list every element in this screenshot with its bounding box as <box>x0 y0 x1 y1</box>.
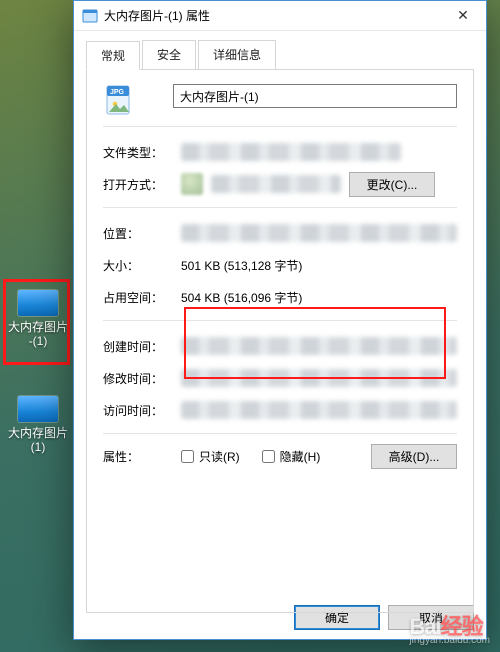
change-opens-with-button[interactable]: 更改(C)... <box>349 172 435 197</box>
titlebar[interactable]: 大内存图片-(1) 属性 ✕ <box>74 1 486 31</box>
value-size-on-disk: 504 KB (516,096 字节) <box>181 289 302 306</box>
file-thumbnail-icon <box>18 396 58 422</box>
file-thumbnail-icon <box>18 290 58 316</box>
label-size-on-disk: 占用空间： <box>103 289 181 306</box>
label-accessed: 访问时间： <box>103 402 181 419</box>
readonly-checkbox[interactable]: 只读(R) <box>181 448 240 465</box>
value-file-type <box>181 143 401 161</box>
tab-panel-general: JPG 文件类型： 打开方式： 更改(C)... <box>86 69 474 613</box>
hidden-checkbox-label: 隐藏(H) <box>280 448 321 465</box>
properties-window: 大内存图片-(1) 属性 ✕ 常规 安全 详细信息 JPG <box>73 0 487 640</box>
label-modified: 修改时间： <box>103 370 181 387</box>
watermark-sub: jingyan.baidu.com <box>409 636 490 646</box>
svg-text:JPG: JPG <box>110 89 125 96</box>
tab-security[interactable]: 安全 <box>142 40 196 69</box>
value-location <box>181 224 457 242</box>
window-title: 大内存图片-(1) 属性 <box>104 7 440 24</box>
close-button[interactable]: ✕ <box>440 1 486 31</box>
readonly-checkbox-label: 只读(R) <box>199 448 240 465</box>
label-location: 位置： <box>103 225 181 242</box>
value-accessed <box>181 401 457 419</box>
desktop-file-label-suffix: -(1) <box>29 334 48 348</box>
desktop-file-label: 大内存图片 <box>8 426 68 440</box>
divider <box>103 433 457 434</box>
hidden-checkbox[interactable]: 隐藏(H) <box>262 448 321 465</box>
label-created: 创建时间： <box>103 338 181 355</box>
divider <box>103 320 457 321</box>
tab-strip: 常规 安全 详细信息 <box>86 40 474 69</box>
desktop-file-label-suffix: (1) <box>31 440 46 454</box>
close-icon: ✕ <box>457 7 469 24</box>
value-size: 501 KB (513,128 字节) <box>181 257 302 274</box>
desktop-background: 大内存图片 -(1) 大内存图片 (1) 大内存图片-(1) 属性 ✕ 常规 安… <box>0 0 500 652</box>
desktop-file-other[interactable]: 大内存图片 (1) <box>8 396 68 454</box>
jpg-file-icon: JPG <box>103 84 135 116</box>
label-opens-with: 打开方式： <box>103 176 181 193</box>
label-file-type: 文件类型： <box>103 144 181 161</box>
file-name-input[interactable] <box>173 84 457 108</box>
readonly-checkbox-input[interactable] <box>181 450 194 463</box>
divider <box>103 207 457 208</box>
desktop-file-selected[interactable]: 大内存图片 -(1) <box>8 290 68 348</box>
tab-general[interactable]: 常规 <box>86 41 140 70</box>
value-opens-with <box>211 175 341 193</box>
value-modified <box>181 369 457 387</box>
tab-details[interactable]: 详细信息 <box>198 40 276 69</box>
hidden-checkbox-input[interactable] <box>262 450 275 463</box>
opens-with-app-icon <box>181 173 203 195</box>
advanced-attributes-button[interactable]: 高级(D)... <box>371 444 457 469</box>
label-size: 大小： <box>103 257 181 274</box>
watermark: Bai经验 jingyan.baidu.com <box>409 618 490 646</box>
divider <box>103 126 457 127</box>
window-app-icon <box>82 8 98 24</box>
desktop-file-label: 大内存图片 <box>8 320 68 334</box>
label-attributes: 属性： <box>103 448 181 465</box>
value-created <box>181 337 457 355</box>
